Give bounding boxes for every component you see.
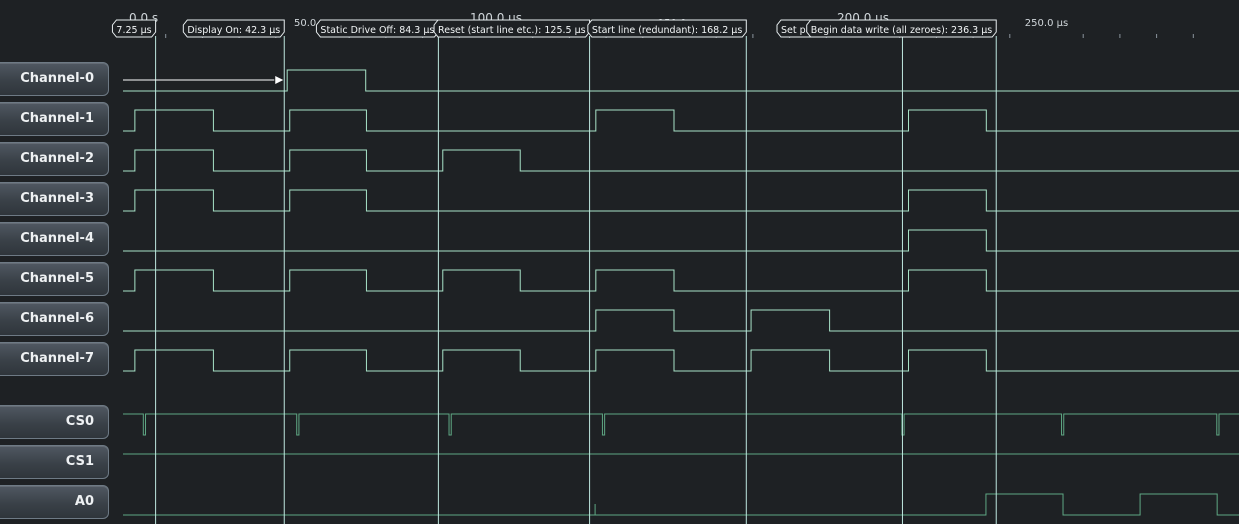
trace-channel-4 — [123, 229, 1239, 252]
time-markers[interactable] — [155, 36, 997, 524]
marker-flag-label: Start line (redundant): 168.2 µs — [592, 25, 742, 36]
marker-flag-label: Display On: 42.3 µs — [187, 25, 280, 36]
trace-channel-5 — [123, 269, 1239, 292]
marker-flag-label: Reset (start line etc.): 125.5 µs — [438, 25, 586, 36]
marker-drag-arrow — [123, 76, 284, 84]
marker-flags[interactable]: 7.25 µs Display On: 42.3 µs Static Drive O… — [111, 19, 997, 38]
marker-flag[interactable]: Static Drive Off: 84.3 µs — [315, 19, 439, 38]
marker-flag[interactable]: Begin data write (all zeroes): 236.3 µs — [806, 19, 997, 38]
trace-channel-2 — [123, 149, 1239, 172]
trace-channel-1 — [123, 109, 1239, 132]
marker-flag-label: Begin data write (all zeroes): 236.3 µs — [811, 25, 993, 36]
trace-channel-7 — [123, 349, 1239, 372]
marker-flag-label: 7.25 µs — [116, 25, 151, 36]
timeline-view[interactable]: 0.0 s50.0 µs100.0 µs150.0 µs200.0 µs250.… — [0, 0, 1239, 524]
ruler-tick-label: 250.0 µs — [1025, 18, 1068, 29]
trace-cs0 — [123, 413, 1239, 436]
trace-channel-0 — [123, 69, 1239, 92]
signal-traces — [123, 69, 1239, 516]
trace-channel-3 — [123, 189, 1239, 212]
drag-arrow-head — [275, 76, 284, 84]
marker-flag[interactable]: Reset (start line etc.): 125.5 µs — [433, 19, 591, 38]
trace-channel-6 — [123, 309, 1239, 332]
marker-flag-label: Static Drive Off: 84.3 µs — [320, 25, 434, 36]
marker-flag[interactable]: 7.25 µs — [111, 19, 157, 38]
trace-a0 — [123, 493, 1239, 516]
marker-flag[interactable]: Display On: 42.3 µs — [182, 19, 285, 38]
marker-flag[interactable]: Start line (redundant): 168.2 µs — [587, 19, 747, 38]
